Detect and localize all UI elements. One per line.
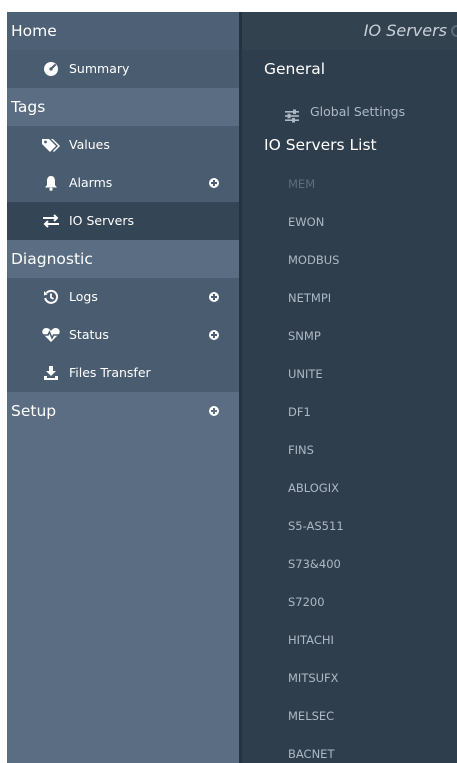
- server-item-modbus[interactable]: MODBUS: [288, 248, 339, 272]
- bell-icon: [40, 164, 62, 202]
- page-title-text: IO Servers: [363, 21, 447, 40]
- sidebar-item-io-servers-label: IO Servers: [69, 213, 135, 228]
- expand-plus-icon[interactable]: [209, 178, 219, 188]
- sidebar-item-summary-label: Summary: [69, 61, 130, 76]
- tags-icon: [40, 126, 62, 164]
- server-item-mitsufx[interactable]: MITSUFX: [288, 666, 339, 690]
- server-item-mem[interactable]: MEM: [288, 172, 315, 196]
- sidebar-section-setup-label: Setup: [11, 402, 57, 420]
- server-item-melsec[interactable]: MELSEC: [288, 704, 334, 728]
- sidebar-section-tags[interactable]: Tags: [7, 88, 239, 126]
- server-item-s7200[interactable]: S7200: [288, 590, 325, 614]
- sidebar-section-home[interactable]: Home: [7, 12, 239, 50]
- server-item-fins[interactable]: FINS: [288, 438, 314, 462]
- download-icon: [40, 354, 62, 392]
- io-servers-list-heading: IO Servers List: [264, 136, 377, 154]
- server-item-s73-400[interactable]: S73&400: [288, 552, 341, 576]
- settings-icon: [451, 25, 457, 37]
- global-settings-label: Global Settings: [310, 104, 406, 119]
- sidebar: Home Summary Tags Values Alarms IO Serve…: [7, 12, 239, 763]
- page-title: IO Servers: [242, 12, 457, 50]
- sidebar-item-values[interactable]: Values: [7, 126, 239, 164]
- general-heading: General: [264, 60, 326, 78]
- expand-plus-icon[interactable]: [209, 406, 219, 416]
- sidebar-item-logs-label: Logs: [69, 289, 98, 304]
- sidebar-section-home-label: Home: [11, 22, 57, 40]
- server-item-ablogix[interactable]: ABLOGIX: [288, 476, 339, 500]
- sidebar-item-files-transfer[interactable]: Files Transfer: [7, 354, 239, 392]
- history-icon: [40, 278, 62, 316]
- sidebar-item-alarms[interactable]: Alarms: [7, 164, 239, 202]
- sidebar-item-logs[interactable]: Logs: [7, 278, 239, 316]
- sidebar-item-io-servers[interactable]: IO Servers: [7, 202, 239, 240]
- server-item-bacnet[interactable]: BACNET: [288, 742, 334, 763]
- server-item-unite[interactable]: UNITE: [288, 362, 323, 386]
- sidebar-section-setup[interactable]: Setup: [7, 392, 239, 430]
- sidebar-item-files-transfer-label: Files Transfer: [69, 365, 151, 380]
- server-item-df1[interactable]: DF1: [288, 400, 311, 424]
- server-item-snmp[interactable]: SNMP: [288, 324, 321, 348]
- sidebar-item-status-label: Status: [69, 327, 109, 342]
- heartbeat-icon: [40, 316, 62, 354]
- expand-plus-icon[interactable]: [209, 292, 219, 302]
- sidebar-item-summary[interactable]: Summary: [7, 50, 239, 88]
- server-item-ewon[interactable]: EWON: [288, 210, 324, 234]
- dashboard-icon: [40, 50, 62, 88]
- sidebar-item-status[interactable]: Status: [7, 316, 239, 354]
- global-settings-link[interactable]: Global Settings: [284, 98, 405, 126]
- sidebar-item-values-label: Values: [69, 137, 110, 152]
- sidebar-item-alarms-label: Alarms: [69, 175, 113, 190]
- app-frame: Home Summary Tags Values Alarms IO Serve…: [7, 12, 457, 763]
- sidebar-section-tags-label: Tags: [11, 98, 46, 116]
- expand-plus-icon[interactable]: [209, 330, 219, 340]
- sidebar-section-diagnostic[interactable]: Diagnostic: [7, 240, 239, 278]
- server-item-netmpi[interactable]: NETMPI: [288, 286, 331, 310]
- sliders-icon: [284, 105, 300, 123]
- server-item-hitachi[interactable]: HITACHI: [288, 628, 334, 652]
- sidebar-section-diagnostic-label: Diagnostic: [11, 250, 93, 268]
- exchange-arrows-icon: [40, 202, 62, 240]
- main-panel: IO Servers General Global Settings IO Se…: [242, 12, 457, 763]
- server-item-s5-as511[interactable]: S5-AS511: [288, 514, 344, 538]
